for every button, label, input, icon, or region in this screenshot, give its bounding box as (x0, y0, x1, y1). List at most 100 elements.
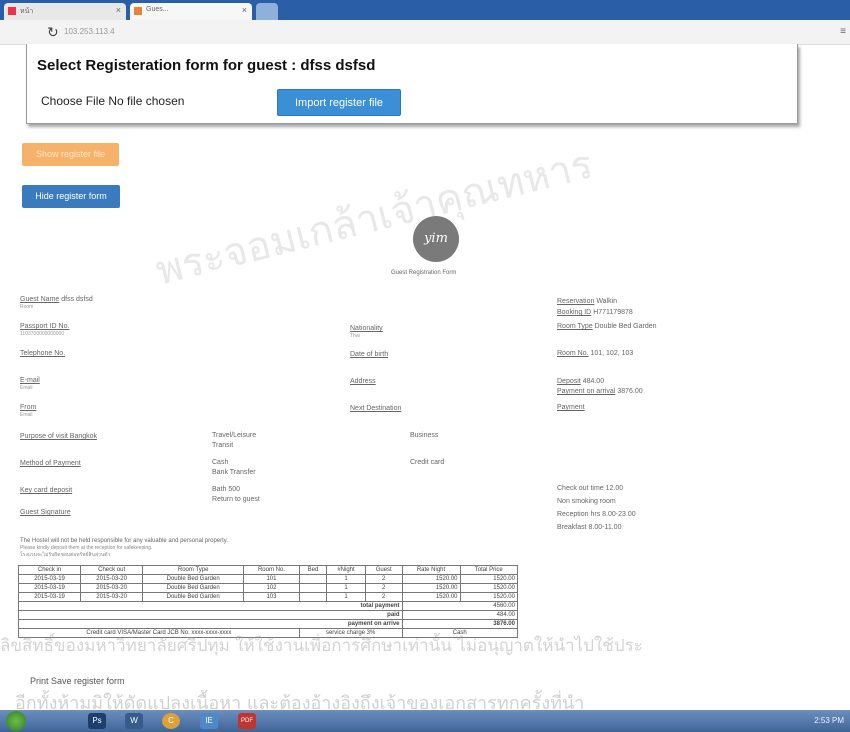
guest-name-label: Guest Name (20, 296, 60, 303)
cell-guest: 2 (364, 583, 403, 593)
purpose-opt3: Business (410, 432, 439, 439)
header-room-type: Room Type (142, 565, 245, 575)
cell-room-type: Double Bed Garden (142, 574, 245, 584)
nationality-label: Nationality (350, 325, 383, 332)
breakfast-hours: Breakfast 8.00-11.00 (557, 524, 622, 531)
modal-title: Select Registeration form for guest : df… (37, 57, 376, 74)
cell-check-in: 2015-03-19 (17, 592, 82, 602)
import-register-button[interactable]: Import register file (277, 89, 401, 116)
address-bar: ↻ 103.253.113.4 ≡ (0, 20, 850, 45)
purpose-label: Purpose of visit Bangkok (20, 433, 98, 440)
taskbar: Ps W C IE PDF 2:53 PM (0, 710, 850, 732)
deposit-label: Deposit (557, 378, 581, 385)
room-type-label: Room Type (557, 323, 593, 330)
passport-field: Passport ID No. 1103700000000000 (20, 323, 69, 337)
payment-arrival-field: Payment on arrival 3876.00 (557, 388, 643, 395)
menu-dots-icon[interactable]: ≡ (840, 26, 846, 37)
room-no-field: Room No. 101, 102, 103 (557, 350, 633, 357)
service-charge: service charge 3% (298, 628, 403, 638)
arrive-value: 3876.00 (401, 619, 518, 629)
ie-icon[interactable]: IE (200, 713, 218, 729)
hide-register-button[interactable]: Hide register form (22, 185, 120, 208)
windows-start-icon[interactable] (6, 711, 26, 731)
form-title: Guest Registration Form (391, 270, 457, 276)
email-sub: Email (20, 385, 33, 391)
method-label: Method of Payment (20, 460, 81, 467)
cash-label: Cash (401, 628, 518, 638)
total-value: 4560.00 (401, 601, 518, 611)
passport-value: 1103700000000000 (20, 331, 65, 337)
email-label: E-mail (20, 377, 40, 384)
payment-arrival-label: Payment on arrival (557, 388, 616, 395)
cell-check-out: 2015-03-20 (80, 592, 144, 602)
payment-arrival-value: 3876.00 (617, 388, 643, 395)
cell-check-in: 2015-03-19 (17, 583, 82, 593)
header-room-no: Room No. (243, 565, 300, 575)
cell-check-out: 2015-03-20 (80, 574, 144, 584)
photoshop-icon[interactable]: Ps (88, 713, 106, 729)
table-header-row: Check in Check out Room Type Room No. Be… (17, 565, 519, 575)
room-no-value: 101, 102, 103 (590, 350, 634, 357)
print-save-link[interactable]: Print Save register form (30, 676, 125, 686)
word-icon[interactable]: W (125, 713, 143, 729)
hotel-logo: yim (413, 216, 459, 262)
choose-file-button[interactable]: Choose File (41, 94, 105, 108)
paid-row: paid 484.00 (18, 610, 518, 620)
pdf-icon[interactable]: PDF (238, 713, 256, 729)
nationality-field: Nationality Thai (350, 325, 383, 339)
checkout-time: Check out time 12.00 (557, 485, 624, 492)
next-destination-label: Next Destination (350, 405, 402, 412)
close-tab-icon[interactable]: × (242, 5, 247, 15)
guest-name-value: dfss dsfsd (61, 296, 93, 303)
email-field: E-mail Email (20, 377, 40, 391)
arrive-row: payment on arrive 3876.00 (18, 619, 518, 629)
deposit-value: 484.00 (582, 378, 605, 385)
cell-bed (298, 583, 328, 593)
cell-rate: 1520.00 (401, 583, 461, 593)
cell-room-type: Double Bed Garden (142, 583, 245, 593)
nationality-sub: Thai (350, 333, 360, 339)
header-total: Total Price (459, 565, 519, 575)
total-row: total payment 4560.00 (18, 601, 518, 611)
table-row: 2015-03-19 2015-03-20 Double Bed Garden … (17, 583, 519, 593)
reload-icon[interactable]: ↻ (47, 24, 59, 41)
favicon-icon (134, 7, 142, 15)
url-input[interactable]: 103.253.113.4 (64, 27, 115, 36)
header-bed: Bed (298, 565, 328, 575)
close-tab-icon[interactable]: × (116, 5, 121, 15)
new-tab-button[interactable] (256, 3, 278, 20)
method-opt2: Bank Transfer (212, 469, 256, 476)
header-guest: Guest (364, 565, 403, 575)
file-input[interactable]: Choose File No file chosen (41, 94, 184, 108)
cell-room-no: 102 (243, 583, 300, 593)
cell-total: 1520.00 (459, 574, 519, 584)
chrome-icon[interactable]: C (162, 713, 180, 729)
cell-check-in: 2015-03-19 (17, 574, 82, 584)
card-text: Credit card VISA/Master Card JCB No. xxx… (18, 628, 300, 638)
telephone-label: Telephone No. (20, 350, 66, 357)
cell-bed (298, 574, 328, 584)
cell-night: 1 (326, 592, 366, 602)
paid-value: 484.00 (401, 610, 518, 620)
header-check-out: Check out (80, 565, 144, 575)
from-label: From (20, 404, 37, 411)
telephone-field: Telephone No. (20, 350, 65, 357)
booking-label: Booking ID (557, 309, 592, 316)
room-type-field: Room Type Double Bed Garden (557, 323, 657, 330)
cell-check-out: 2015-03-20 (80, 583, 144, 593)
non-smoking: Non smoking room (557, 498, 616, 505)
browser-tab-active[interactable]: Gues... × (130, 3, 252, 20)
guest-name-sub: Room (20, 304, 34, 310)
reservation-value: Walkin (596, 298, 618, 305)
paid-label: paid (18, 610, 403, 620)
show-register-button[interactable]: Show register file (22, 143, 119, 166)
dob-label: Date of birth (350, 351, 389, 358)
disclaimer-line3: โรงแรมจะไม่รับผิดชอบต่อทรัพย์สินส่วนตัว (20, 552, 111, 558)
guest-name-field: Guest Name dfss dsfsd Room (20, 296, 93, 310)
header-night: #Night (326, 565, 366, 575)
room-type-value: Double Bed Garden (594, 323, 657, 330)
address-field: Address (350, 378, 376, 385)
next-destination-field: Next Destination (350, 405, 401, 412)
table-row: 2015-03-19 2015-03-20 Double Bed Garden … (17, 574, 519, 584)
browser-tab[interactable]: หน้า × (4, 3, 126, 20)
